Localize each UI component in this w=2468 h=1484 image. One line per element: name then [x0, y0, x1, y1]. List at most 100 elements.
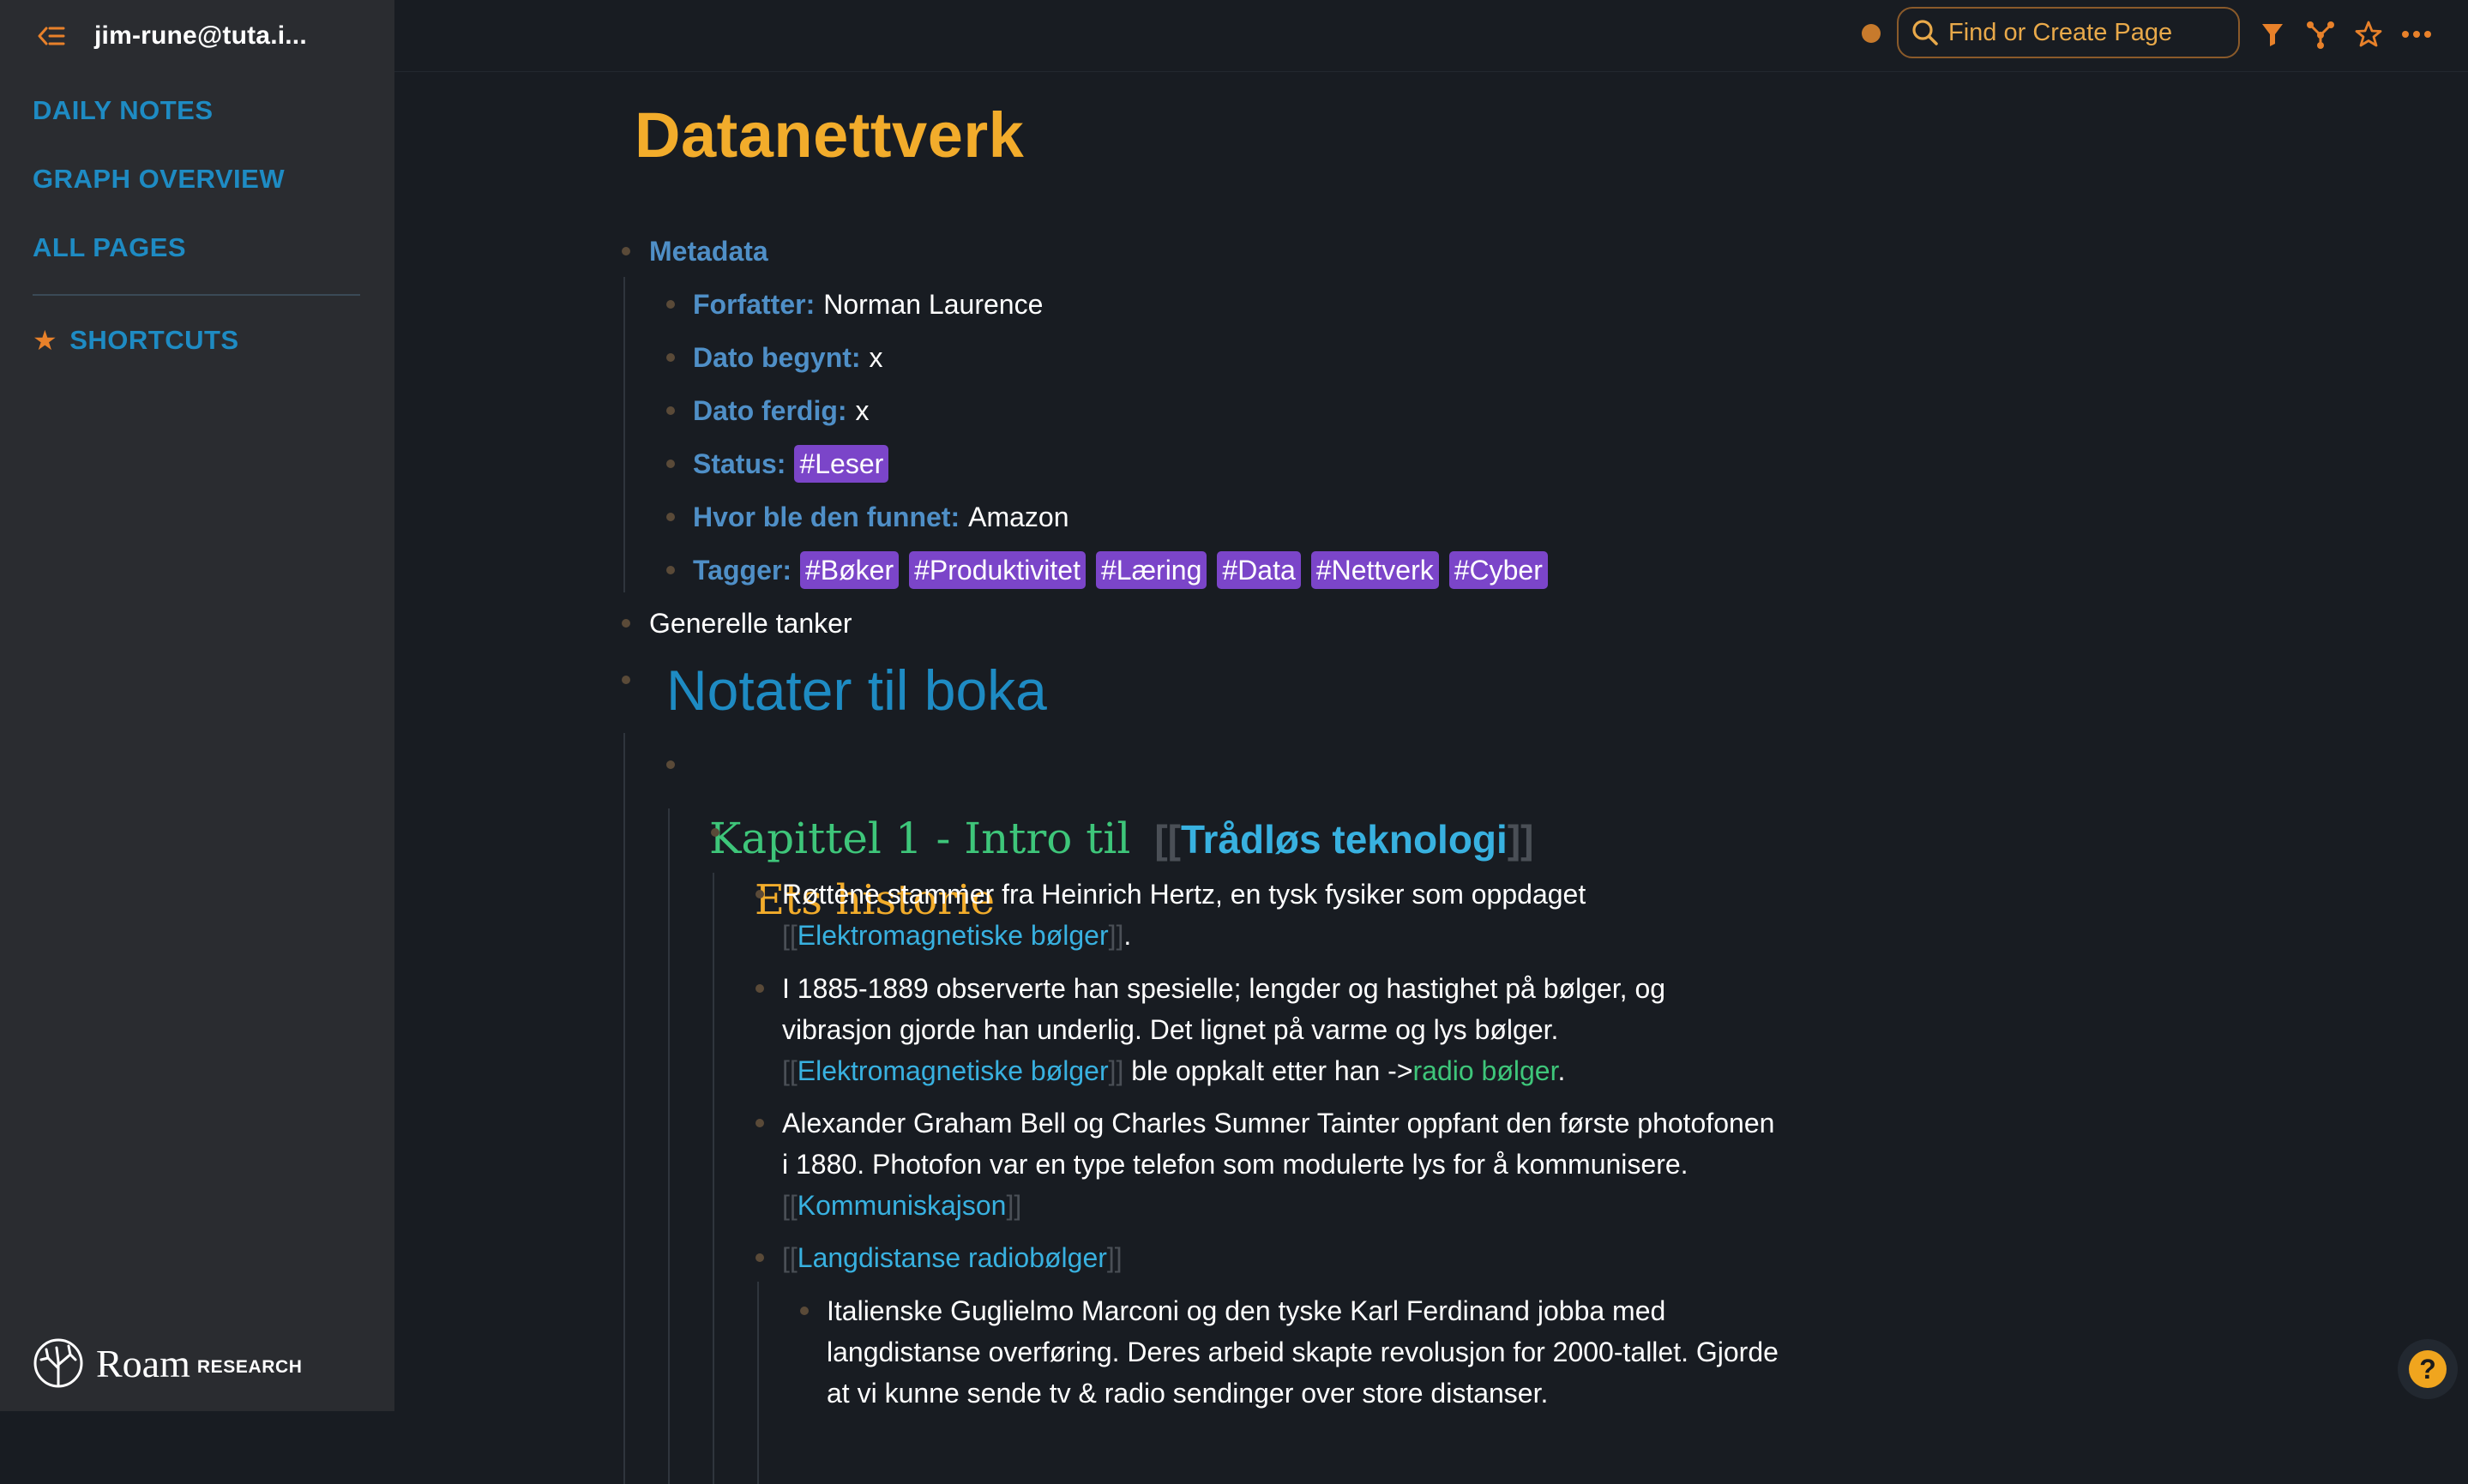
- shortcuts-label: SHORTCUTS: [69, 325, 239, 355]
- attr-value: x: [855, 395, 870, 426]
- text-line: Alexander Graham Bell og Charles Sumner …: [782, 1108, 1775, 1139]
- search-placeholder: Find or Create Page: [1948, 18, 2173, 46]
- roam-tree-icon: [33, 1338, 83, 1388]
- block-paragraph[interactable]: Alexander Graham Bell og Charles Sumner …: [782, 1102, 1774, 1226]
- more-options-icon[interactable]: [2399, 17, 2434, 51]
- bracket: ]]: [1108, 1055, 1124, 1086]
- block-forfatter[interactable]: Forfatter: Norman Laurence: [693, 284, 1043, 325]
- page-link-langdistanse[interactable]: Langdistanse radiobølger: [798, 1242, 1107, 1273]
- block-paragraph[interactable]: Italienske Guglielmo Marconi og den tysk…: [827, 1290, 1779, 1414]
- tag-chip[interactable]: #Læring: [1095, 551, 1207, 589]
- bracket: [[: [782, 1055, 798, 1086]
- block-bullet[interactable]: [622, 619, 630, 628]
- block-dato-ferdig[interactable]: Dato ferdig: x: [693, 390, 870, 431]
- sidebar-header: jim-rune@tuta.i...: [34, 15, 307, 57]
- page-link-tradlos[interactable]: Trådløs teknologi: [1181, 817, 1508, 862]
- page-link-kommunikasjon[interactable]: Kommuniskajson: [798, 1190, 1007, 1221]
- block-bullet[interactable]: [755, 1119, 764, 1127]
- tag-chip[interactable]: #Data: [1217, 551, 1301, 589]
- block-hvor-funnet[interactable]: Hvor ble den funnet: Amazon: [693, 496, 1069, 538]
- bracket: ]]: [1108, 920, 1124, 951]
- logo-suffix: RESEARCH: [196, 1357, 303, 1377]
- heading-text: Notater til boka: [666, 658, 1047, 722]
- block-chapter[interactable]: Kapittel 1 - Intro til [[Trådløs teknolo…: [709, 810, 1533, 867]
- chapter-text: Kapittel 1 - Intro til: [709, 814, 1131, 863]
- tag-chip[interactable]: #Bøker: [799, 551, 900, 589]
- tag-chip[interactable]: #Nettverk: [1310, 551, 1439, 589]
- roam-logo: Roam RESEARCH: [33, 1337, 303, 1389]
- star-outline-icon[interactable]: [2351, 17, 2386, 51]
- indent-guide: [713, 873, 714, 1484]
- block-bullet[interactable]: [622, 676, 630, 684]
- nav-all-pages[interactable]: ALL PAGES: [33, 227, 285, 296]
- indent-guide: [623, 277, 625, 592]
- block-bullet[interactable]: [755, 1253, 764, 1262]
- block-paragraph[interactable]: Røttene stammer fra Heinrich Hertz, en t…: [782, 874, 1586, 956]
- block-bullet[interactable]: [755, 984, 764, 993]
- bracket: [[: [782, 920, 798, 951]
- text-line: vibrasjon gjorde han underlig. Det ligne…: [782, 1014, 1559, 1045]
- bracket: [[: [782, 1190, 798, 1221]
- block-bullet[interactable]: [711, 828, 719, 837]
- left-sidebar: jim-rune@tuta.i... DAILY NOTES GRAPH OVE…: [0, 0, 394, 1411]
- collapse-sidebar-icon[interactable]: [34, 19, 69, 53]
- block-bullet[interactable]: [666, 300, 675, 309]
- block-paragraph[interactable]: I 1885-1889 observerte han spesielle; le…: [782, 968, 1665, 1091]
- bracket: ]]: [1507, 817, 1534, 862]
- block-bullet[interactable]: [666, 513, 675, 521]
- page-link-elektromagnetiske[interactable]: Elektromagnetiske bølger: [798, 1055, 1109, 1086]
- tag-chip[interactable]: #Leser: [794, 445, 889, 483]
- text-line: Røttene stammer fra Heinrich Hertz, en t…: [782, 879, 1586, 910]
- sync-status-icon: [1862, 24, 1881, 43]
- link-radio-bolger[interactable]: radio bølger: [1413, 1055, 1558, 1086]
- tag-chip[interactable]: #Produktivitet: [909, 551, 1086, 589]
- sidebar-divider: [33, 294, 360, 296]
- shortcuts-header[interactable]: ★ SHORTCUTS: [33, 324, 239, 357]
- attr-value: Norman Laurence: [823, 289, 1044, 320]
- indent-guide: [623, 733, 625, 1484]
- block-bullet[interactable]: [666, 353, 675, 362]
- block-generelle-tanker[interactable]: Generelle tanker: [649, 603, 852, 644]
- text-line: i 1880. Photofon var en type telefon som…: [782, 1149, 1688, 1180]
- bracket: ]]: [1006, 1190, 1022, 1221]
- block-bullet[interactable]: [666, 406, 675, 415]
- search-input[interactable]: Find or Create Page: [1897, 7, 2240, 58]
- filter-icon[interactable]: [2255, 17, 2290, 51]
- indent-guide: [668, 808, 670, 1484]
- block-bullet[interactable]: [800, 1307, 809, 1315]
- attr-key: Status:: [693, 448, 786, 479]
- indent-guide: [757, 1282, 759, 1484]
- page-title[interactable]: Datanettverk: [635, 99, 1024, 171]
- top-bar: Find or Create Page: [394, 0, 2468, 72]
- logo-word: Roam: [96, 1341, 190, 1385]
- nav-graph-overview[interactable]: GRAPH OVERVIEW: [33, 159, 285, 227]
- attr-key: Hvor ble den funnet:: [693, 502, 960, 532]
- text-line: Italienske Guglielmo Marconi og den tysk…: [827, 1295, 1666, 1326]
- graph-view-icon[interactable]: [2303, 17, 2338, 51]
- nav-daily-notes[interactable]: DAILY NOTES: [33, 90, 285, 159]
- block-bullet[interactable]: [666, 760, 675, 769]
- block-link-only[interactable]: [[Langdistanse radiobølger]]: [782, 1237, 1123, 1278]
- block-bullet[interactable]: [666, 566, 675, 574]
- block-tagger[interactable]: Tagger: #Bøker #Produktivitet #Læring #D…: [693, 550, 1558, 591]
- attr-key: Tagger:: [693, 555, 792, 586]
- attr-value: x: [869, 342, 883, 373]
- punctuation: .: [1123, 920, 1132, 951]
- help-button[interactable]: ?: [2398, 1339, 2458, 1399]
- page-link-elektromagnetiske[interactable]: Elektromagnetiske bølger: [798, 920, 1109, 951]
- attr-value: Amazon: [968, 502, 1069, 532]
- block-heading-notater[interactable]: Notater til boka: [666, 656, 1047, 724]
- attr-key: Forfatter:: [693, 289, 816, 320]
- page-main: Datanettverk Metadata Forfatter: Norman …: [394, 73, 2468, 1484]
- block-bullet[interactable]: [755, 890, 764, 898]
- bracket: ]]: [1106, 1242, 1123, 1273]
- bracket: [[: [1154, 817, 1181, 862]
- block-bullet[interactable]: [666, 460, 675, 468]
- block-status[interactable]: Status: #Leser: [693, 443, 899, 484]
- block-metadata[interactable]: Metadata: [649, 231, 768, 272]
- block-bullet[interactable]: [622, 247, 630, 255]
- tag-chip[interactable]: #Cyber: [1448, 551, 1548, 589]
- block-dato-begynt[interactable]: Dato begynt: x: [693, 337, 883, 378]
- user-email[interactable]: jim-rune@tuta.i...: [94, 21, 307, 51]
- block-text: Generelle tanker: [649, 608, 852, 639]
